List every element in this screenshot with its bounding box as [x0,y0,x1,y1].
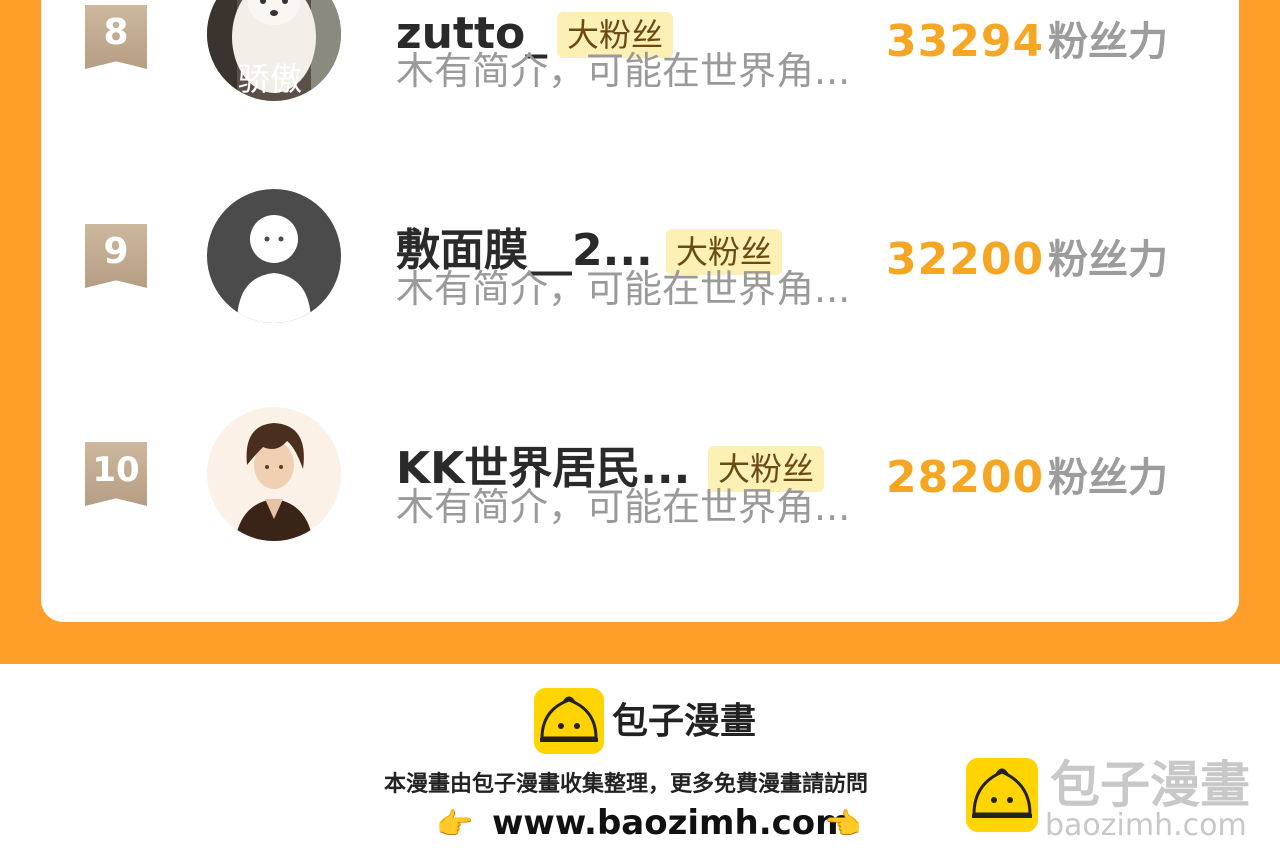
watermark-logo-icon [966,758,1038,832]
site-url-link[interactable]: www.baozimh.com [492,802,851,844]
fan-power-score: 33294 [886,16,1045,67]
watermark-brand: 包子漫畫 [1050,756,1250,814]
rank-ribbon: 9 [85,224,147,288]
user-bio: 木有简介，可能在世界角... [396,267,851,311]
fan-power-unit: 粉丝力 [1048,455,1168,501]
fan-power-score: 28200 [886,452,1045,503]
default-avatar-icon[interactable] [207,189,341,323]
baozi-logo-icon [534,688,604,754]
footer-url-row[interactable]: 👉 www.baozimh.com 👈 [436,800,866,846]
fan-power-score: 32200 [886,234,1045,285]
brand-title: 包子漫畫 [612,701,757,742]
user-bio: 木有简介，可能在世界角... [396,49,851,93]
rank-ribbon: 8 [85,5,147,69]
pointing-right-icon: 👉 [436,807,474,842]
fan-power-unit: 粉丝力 [1048,19,1168,65]
leaderboard-row[interactable]: 9 敷面膜__2... 大粉丝 木有简介，可能在世界角... 32200 粉丝力 [41,182,1239,323]
pointing-left-icon: 👈 [824,807,862,842]
user-avatar[interactable]: 骄傲 [207,0,341,101]
avatar-caption: 骄傲 [238,60,303,98]
leaderboard-row[interactable]: 8 骄傲 zutto_ 大粉丝 木有简介，可能在世界角... 33294 粉丝力 [41,0,1239,101]
footer-tagline: 本漫畫由包子漫畫收集整理，更多免費漫畫請訪問 [384,772,869,797]
rank-ribbon: 10 [85,442,147,506]
user-bio: 木有简介，可能在世界角... [396,485,851,529]
leaderboard-row[interactable]: 10 KK世界居民... 大粉丝 木有简介，可能在世界角... 28200 粉丝… [41,400,1239,541]
watermark-url: baozimh.com [1045,808,1247,843]
user-avatar[interactable] [207,407,341,541]
fan-power-unit: 粉丝力 [1048,237,1168,283]
leaderboard-card: 8 骄傲 zutto_ 大粉丝 木有简介，可能在世界角... 33294 粉丝力… [41,0,1239,622]
